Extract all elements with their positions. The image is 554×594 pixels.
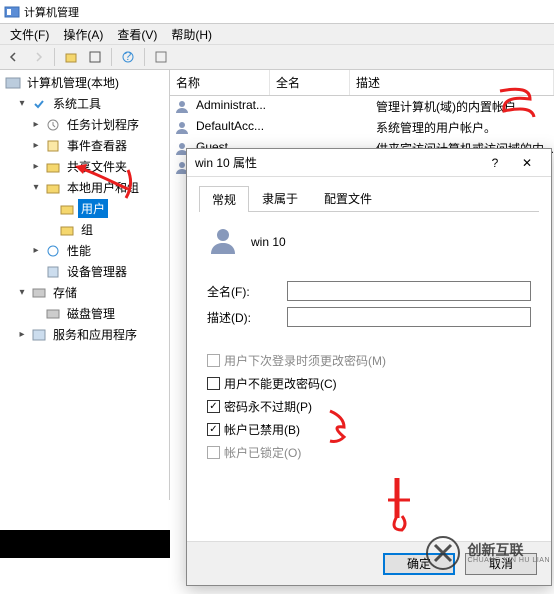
tree-services-apps[interactable]: ▸服务和应用程序 (2, 324, 167, 345)
tab-general[interactable]: 常规 (199, 186, 249, 212)
checkbox-neverexpire[interactable] (207, 400, 220, 413)
tree-storage[interactable]: ▾存储 (2, 282, 167, 303)
checkbox-cannotchange[interactable] (207, 377, 220, 390)
expand-icon[interactable]: ▸ (30, 140, 42, 151)
dialog-tabs: 常规 隶属于 配置文件 (199, 185, 539, 212)
tree-panel: 计算机管理(本地) ▾系统工具 ▸任务计划程序 ▸事件查看器 ▸共享文件夹 ▾本… (0, 70, 170, 500)
fullname-row: 全名(F): (199, 281, 539, 301)
dialog-help-button[interactable]: ? (479, 156, 511, 170)
window-titlebar: 计算机管理 (0, 0, 554, 24)
menu-help[interactable]: 帮助(H) (165, 24, 218, 45)
checkbox-mustchange (207, 354, 220, 367)
tree-device-manager[interactable]: 设备管理器 (2, 261, 167, 282)
watermark-en: CHUANG XIN HU LIAN (467, 557, 550, 564)
dialog-titlebar: win 10 属性 ? ✕ (187, 149, 551, 177)
check-neverexpire-label: 密码永不过期(P) (224, 398, 312, 415)
check-cannotchange-row[interactable]: 用户不能更改密码(C) (199, 372, 539, 395)
expand-icon[interactable]: ▸ (16, 329, 28, 340)
tab-memberof[interactable]: 隶属于 (249, 185, 311, 211)
tree-shared-folders[interactable]: ▸共享文件夹 (2, 156, 167, 177)
list-row[interactable]: DefaultAcc...系统管理的用户帐户。 (170, 117, 554, 138)
up-button[interactable] (61, 47, 81, 67)
menu-action[interactable]: 操作(A) (57, 24, 109, 45)
user-name-label: win 10 (251, 235, 286, 249)
collapse-icon[interactable]: ▾ (30, 182, 42, 193)
user-large-icon (207, 224, 239, 259)
tree-event-viewer[interactable]: ▸事件查看器 (2, 135, 167, 156)
menu-view[interactable]: 查看(V) (111, 24, 163, 45)
app-icon (4, 4, 20, 20)
tree-root[interactable]: 计算机管理(本地) (2, 72, 167, 93)
svg-text:?: ? (125, 50, 132, 63)
tree-disk-management[interactable]: 磁盘管理 (2, 303, 167, 324)
check-mustchange-label: 用户下次登录时须更改密码(M) (224, 352, 386, 369)
collapse-icon[interactable]: ▾ (16, 287, 28, 298)
watermark-cn: 创新互联 (467, 543, 550, 557)
dialog-close-button[interactable]: ✕ (511, 156, 543, 170)
expand-icon[interactable]: ▸ (30, 161, 42, 172)
check-cannotchange-label: 用户不能更改密码(C) (224, 375, 337, 392)
checkbox-locked (207, 446, 220, 459)
fullname-input[interactable] (287, 281, 531, 301)
check-mustchange-row: 用户下次登录时须更改密码(M) (199, 349, 539, 372)
user-icon (174, 120, 190, 136)
collapse-icon[interactable]: ▾ (16, 98, 28, 109)
tree-task-scheduler[interactable]: ▸任务计划程序 (2, 114, 167, 135)
expand-icon[interactable]: ▸ (30, 245, 42, 256)
expand-icon[interactable]: ▸ (30, 119, 42, 130)
list-header: 名称 全名 描述 (170, 70, 554, 96)
forward-button[interactable] (28, 47, 48, 67)
help-button[interactable]: ? (118, 47, 138, 67)
tree-local-users[interactable]: ▾本地用户和组 (2, 177, 167, 198)
fullname-label: 全名(F): (207, 283, 287, 300)
col-header-name[interactable]: 名称 (170, 70, 270, 95)
tree-performance[interactable]: ▸性能 (2, 240, 167, 261)
watermark-logo-icon (425, 535, 461, 571)
toolbar-separator (144, 48, 145, 66)
checkbox-disabled[interactable] (207, 423, 220, 436)
toolbar: ? (0, 44, 554, 70)
back-button[interactable] (4, 47, 24, 67)
list-row[interactable]: Administrat...管理计算机(域)的内置帐户 (170, 96, 554, 117)
check-disabled-row[interactable]: 帐户已禁用(B) (199, 418, 539, 441)
check-locked-row: 帐户已锁定(O) (199, 441, 539, 464)
watermark: 创新互联 CHUANG XIN HU LIAN (425, 535, 550, 571)
toolbar-separator (111, 48, 112, 66)
desc-row: 描述(D): (199, 307, 539, 327)
col-header-fullname[interactable]: 全名 (270, 70, 350, 95)
menubar: 文件(F) 操作(A) 查看(V) 帮助(H) (0, 24, 554, 44)
menu-file[interactable]: 文件(F) (4, 24, 55, 45)
window-title: 计算机管理 (24, 4, 79, 20)
dialog-body: 常规 隶属于 配置文件 win 10 全名(F): 描述(D): 用户下次登录时… (187, 177, 551, 472)
tab-profile[interactable]: 配置文件 (311, 185, 385, 211)
refresh-button[interactable] (151, 47, 171, 67)
check-disabled-label: 帐户已禁用(B) (224, 421, 300, 438)
desc-label: 描述(D): (207, 309, 287, 326)
user-header: win 10 (199, 220, 539, 275)
check-neverexpire-row[interactable]: 密码永不过期(P) (199, 395, 539, 418)
properties-dialog: win 10 属性 ? ✕ 常规 隶属于 配置文件 win 10 全名(F): … (186, 148, 552, 586)
toolbar-separator (54, 48, 55, 66)
tree-system-tools[interactable]: ▾系统工具 (2, 93, 167, 114)
properties-button[interactable] (85, 47, 105, 67)
dialog-title: win 10 属性 (195, 154, 479, 171)
taskbar-stub (0, 530, 170, 558)
tree-groups[interactable]: 组 (2, 219, 167, 240)
check-locked-label: 帐户已锁定(O) (224, 444, 301, 461)
col-header-desc[interactable]: 描述 (350, 70, 554, 95)
desc-input[interactable] (287, 307, 531, 327)
user-icon (174, 99, 190, 115)
tree-users[interactable]: 用户 (2, 198, 167, 219)
